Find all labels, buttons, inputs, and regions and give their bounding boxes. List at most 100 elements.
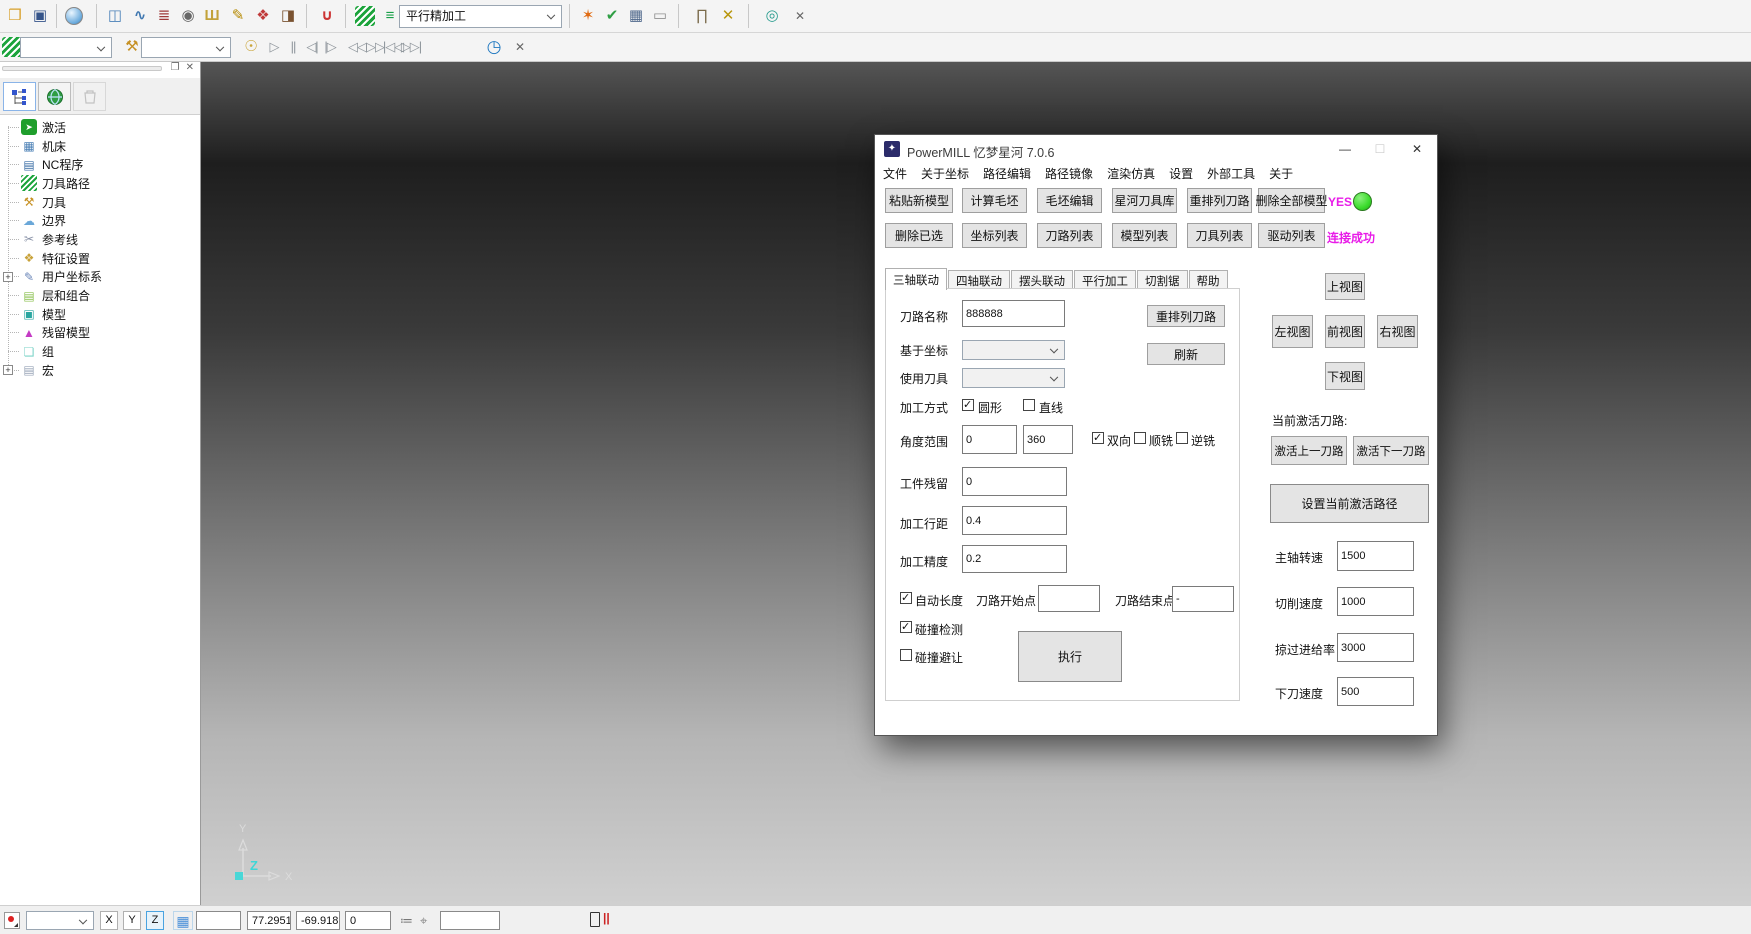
view-left-button[interactable]: 左视图 — [1272, 315, 1313, 348]
locator-icon[interactable]: ⌖ — [420, 913, 427, 929]
view-front-button[interactable]: 前视图 — [1325, 315, 1365, 348]
paste-model-button[interactable]: 粘贴新模型 — [885, 188, 953, 213]
axis-x-button[interactable]: X — [100, 911, 118, 930]
tree-item[interactable]: 边界 — [0, 211, 200, 230]
activate-prev-button[interactable]: 激活上一刀路 — [1271, 436, 1347, 465]
collision-avoid-checkbox[interactable] — [900, 649, 912, 661]
tool-list-button[interactable]: 刀具列表 — [1187, 223, 1252, 248]
simulate-tool-icon[interactable]: ∪ — [315, 4, 339, 28]
view-bottom-button[interactable]: 下视图 — [1325, 362, 1365, 390]
plunge-feed-input[interactable] — [1337, 677, 1414, 706]
bulb-icon[interactable]: ☉ — [239, 36, 263, 58]
powermill-logo-icon[interactable] — [355, 6, 375, 26]
feature-block-icon[interactable]: ◨ — [276, 4, 300, 28]
toolbar-close-icon[interactable]: ✕ — [788, 4, 812, 28]
tab-world-view[interactable] — [38, 82, 71, 111]
wp-pencil-icon[interactable]: ✎ — [226, 4, 250, 28]
delete-selected-button[interactable]: 删除已选 — [885, 223, 953, 248]
tree-item[interactable]: 宏 — [0, 361, 200, 380]
calculator-icon[interactable]: ▦ — [624, 4, 648, 28]
view-top-button[interactable]: 上视图 — [1325, 273, 1365, 300]
tab-explorer-tree[interactable] — [3, 82, 36, 111]
doc-icon[interactable] — [590, 912, 600, 927]
execute-button[interactable]: 执行 — [1018, 631, 1122, 682]
stock-cylinder-icon[interactable]: ◎ — [760, 4, 784, 28]
grid-size-field[interactable] — [196, 911, 241, 930]
tool-library-button[interactable]: 星河刀具库 — [1112, 188, 1177, 213]
minimize-button[interactable]: — — [1328, 135, 1362, 163]
panel-drag-grip[interactable] — [2, 66, 162, 71]
step-forward-icon[interactable]: |▷ — [318, 36, 342, 58]
tree-item[interactable]: 用户坐标系 — [0, 268, 200, 287]
view-right-button[interactable]: 右视图 — [1377, 315, 1418, 348]
tool-pair-icon[interactable]: ∏ — [690, 4, 714, 28]
tab-3axis[interactable]: 三轴联动 — [885, 268, 947, 290]
coord-list-button[interactable]: 坐标列表 — [962, 223, 1027, 248]
start-point-input[interactable] — [1038, 585, 1100, 612]
transform-arrows-icon[interactable]: ✕ — [716, 4, 740, 28]
color-swatch-button[interactable] — [4, 912, 20, 929]
angle-from-input[interactable] — [962, 425, 1017, 454]
toolpath-name-input[interactable] — [962, 300, 1065, 327]
refresh-button[interactable]: 刷新 — [1147, 343, 1225, 365]
status-combobox[interactable] — [26, 911, 94, 930]
maximize-button[interactable]: ☐ — [1363, 135, 1397, 163]
boundary-w-icon[interactable]: Ш — [200, 4, 224, 28]
collision-icon[interactable]: ✶ — [576, 4, 600, 28]
block-model-icon[interactable]: ◫ — [103, 4, 127, 28]
use-tool-combobox[interactable] — [962, 368, 1065, 388]
menu-render-sim[interactable]: 渲染仿真 — [1107, 165, 1155, 183]
delete-all-models-button[interactable]: 删除全部模型 — [1258, 188, 1325, 213]
angle-to-input[interactable] — [1023, 425, 1073, 454]
ruler-icon[interactable]: ▭ — [648, 4, 672, 28]
path-list-button[interactable]: 刀路列表 — [1037, 223, 1102, 248]
expand-icon[interactable] — [3, 365, 13, 375]
panel-close-icon[interactable]: ✕ — [186, 62, 194, 73]
coord-x-field[interactable] — [247, 911, 291, 930]
rearrange-button[interactable]: 重排列刀路 — [1147, 305, 1225, 327]
panel-float-icon[interactable]: ❐ — [171, 62, 180, 73]
tolerance-input[interactable] — [962, 545, 1067, 573]
menu-about[interactable]: 关于 — [1269, 165, 1293, 183]
spindle-speed-input[interactable] — [1337, 541, 1414, 571]
drive-list-button[interactable]: 驱动列表 — [1258, 223, 1325, 248]
tab-saw[interactable]: 切割锯 — [1137, 270, 1188, 290]
tree-item[interactable]: 刀具路径 — [0, 174, 200, 193]
rearrange-paths-button[interactable]: 重排列刀路 — [1187, 188, 1252, 213]
refline-diamond-icon[interactable]: ❖ — [251, 4, 275, 28]
base-coord-combobox[interactable] — [962, 340, 1065, 360]
nc-list-icon[interactable]: ≣ — [152, 4, 176, 28]
tree-item[interactable]: 组 — [0, 342, 200, 361]
collision-check-checkbox[interactable] — [900, 621, 912, 633]
menu-coords[interactable]: 关于坐标 — [921, 165, 969, 183]
menu-external-tools[interactable]: 外部工具 — [1207, 165, 1255, 183]
skim-feed-input[interactable] — [1337, 633, 1414, 662]
stepover-input[interactable] — [962, 506, 1067, 535]
tree-item[interactable]: 层和组合 — [0, 286, 200, 305]
end-point-input[interactable] — [1172, 586, 1234, 612]
line-checkbox[interactable] — [1023, 399, 1035, 411]
circle-checkbox[interactable] — [962, 399, 974, 411]
menu-file[interactable]: 文件 — [883, 165, 907, 183]
coord-y-field[interactable] — [296, 911, 340, 930]
ball-tool-icon[interactable]: ◉ — [176, 4, 200, 28]
tree-item[interactable]: 机床 — [0, 137, 200, 156]
menu-path-edit[interactable]: 路径编辑 — [983, 165, 1031, 183]
tree-item[interactable]: 残留模型 — [0, 324, 200, 343]
climb-checkbox[interactable] — [1134, 432, 1146, 444]
cutting-feed-input[interactable] — [1337, 587, 1414, 616]
verify-check-icon[interactable]: ✔ — [600, 4, 624, 28]
dialog-titlebar[interactable]: ✦ PowerMILL 忆梦星河 7.0.6 — ☐ ✕ — [875, 135, 1437, 163]
status-message-field[interactable] — [440, 911, 500, 930]
tree-item[interactable]: 刀具 — [0, 193, 200, 212]
coord-z-field[interactable] — [345, 911, 391, 930]
auto-length-checkbox[interactable] — [900, 592, 912, 604]
tree-item[interactable]: 激活 — [0, 118, 200, 137]
powermill-logo-icon[interactable] — [2, 37, 22, 57]
sim-tool-combobox[interactable] — [141, 37, 231, 58]
render-sphere-icon[interactable] — [65, 7, 83, 25]
activate-next-button[interactable]: 激活下一刀路 — [1353, 436, 1429, 465]
stock-remaining-input[interactable] — [962, 467, 1067, 496]
edit-block-button[interactable]: 毛坯编辑 — [1037, 188, 1102, 213]
bidirectional-checkbox[interactable] — [1092, 432, 1104, 444]
